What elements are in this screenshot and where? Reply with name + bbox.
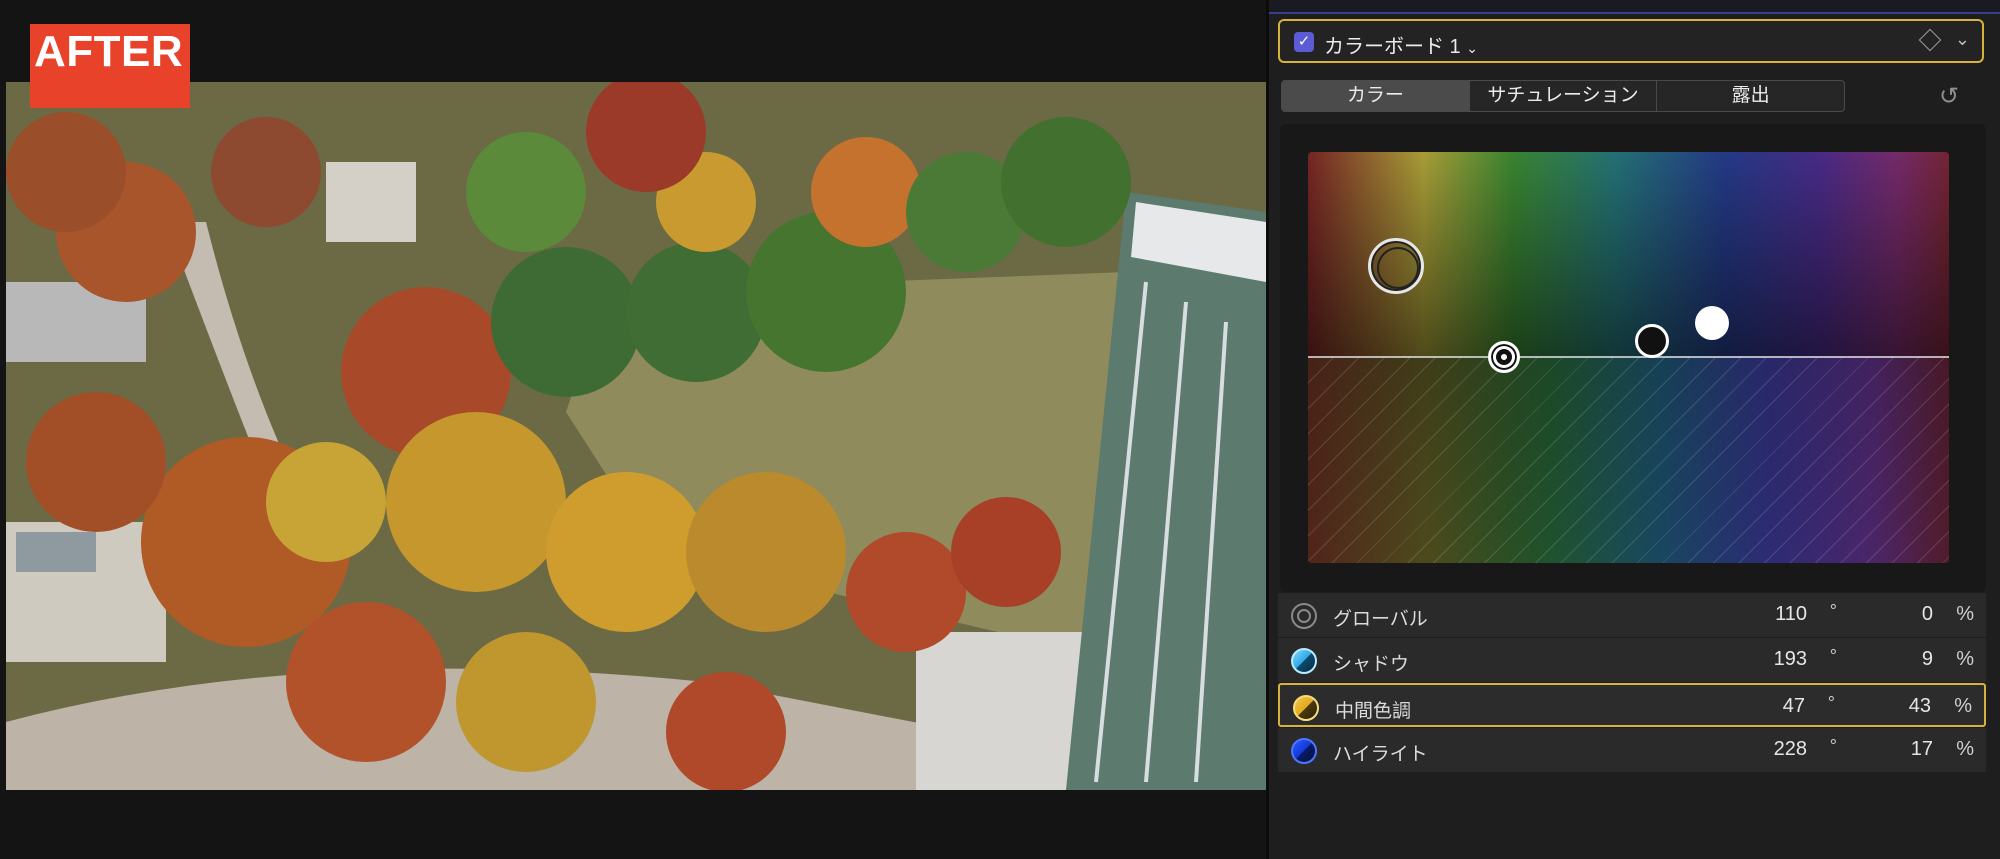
- row-label: シャドウ: [1333, 654, 1410, 675]
- percent-sign: %: [1956, 603, 1974, 625]
- board-hatch-pattern: [1308, 357, 1949, 563]
- keyframe-diamond-icon[interactable]: [1918, 28, 1942, 52]
- percent-sign: %: [1956, 648, 1974, 670]
- percent-sign: %: [1954, 695, 1972, 717]
- angle-value[interactable]: 47: [1783, 695, 1805, 718]
- tab-saturation[interactable]: サチュレーション: [1470, 81, 1658, 111]
- percent-value[interactable]: 17: [1911, 738, 1933, 761]
- row-label: 中間色調: [1335, 701, 1412, 722]
- midtones-icon: [1293, 695, 1319, 721]
- board-center-line: [1308, 356, 1949, 358]
- shadows-puck[interactable]: [1635, 324, 1669, 358]
- puck-value-rows: グローバル 110 ° 0 % シャドウ 193 ° 9 % 中間色調 47 °…: [1278, 593, 1986, 773]
- row-global[interactable]: グローバル 110 ° 0 %: [1278, 593, 1986, 637]
- effect-title-label: カラーボード 1: [1324, 36, 1461, 58]
- percent-value[interactable]: 43: [1909, 695, 1931, 718]
- chevron-down-icon: ⌄: [1466, 40, 1478, 56]
- reset-undo-icon[interactable]: ↺: [1939, 82, 1959, 111]
- inspector-top-strip: [1269, 0, 2000, 14]
- tab-color[interactable]: カラー: [1282, 81, 1470, 111]
- degree-sign: °: [1829, 736, 1837, 756]
- highlights-icon: [1291, 738, 1317, 764]
- after-badge-label: AFTER: [34, 27, 184, 76]
- row-midtones[interactable]: 中間色調 47 ° 43 %: [1278, 683, 1986, 727]
- color-inspector: ✓ カラーボード 1 ⌄ ⌄ カラー サチュレーション 露出 ↺ グローバル 1…: [1269, 0, 2000, 859]
- autumn-park-image: [6, 82, 1266, 790]
- color-board-area: [1280, 124, 1986, 592]
- angle-value[interactable]: 193: [1774, 648, 1807, 671]
- angle-value[interactable]: 110: [1775, 603, 1807, 626]
- global-puck[interactable]: [1368, 238, 1424, 294]
- highlights-puck[interactable]: [1695, 306, 1729, 340]
- color-board-tabs: カラー サチュレーション 露出: [1281, 80, 1845, 112]
- row-label: グローバル: [1333, 609, 1428, 630]
- tab-exposure[interactable]: 露出: [1657, 81, 1844, 111]
- degree-sign: °: [1829, 601, 1837, 621]
- global-icon: [1291, 603, 1317, 629]
- percent-value[interactable]: 0: [1922, 603, 1933, 626]
- color-board-header[interactable]: ✓ カラーボード 1 ⌄ ⌄: [1278, 19, 1984, 63]
- percent-value[interactable]: 9: [1922, 648, 1933, 671]
- after-badge: AFTER: [30, 24, 190, 108]
- effect-title[interactable]: カラーボード 1 ⌄: [1324, 30, 1478, 59]
- video-frame: [6, 82, 1266, 790]
- row-highlights[interactable]: ハイライト 228 ° 17 %: [1278, 728, 1986, 772]
- chevron-down-icon[interactable]: ⌄: [1955, 29, 1970, 50]
- midtones-puck[interactable]: [1488, 341, 1520, 373]
- percent-sign: %: [1956, 738, 1974, 760]
- row-label: ハイライト: [1333, 744, 1428, 765]
- shadows-icon: [1291, 648, 1317, 674]
- color-board-canvas[interactable]: [1308, 152, 1949, 563]
- row-shadows[interactable]: シャドウ 193 ° 9 %: [1278, 638, 1986, 682]
- degree-sign: °: [1829, 646, 1837, 666]
- video-viewer: AFTER: [0, 0, 1266, 859]
- effect-enable-checkbox[interactable]: ✓: [1294, 32, 1314, 52]
- degree-sign: °: [1827, 693, 1835, 713]
- angle-value[interactable]: 228: [1774, 738, 1807, 761]
